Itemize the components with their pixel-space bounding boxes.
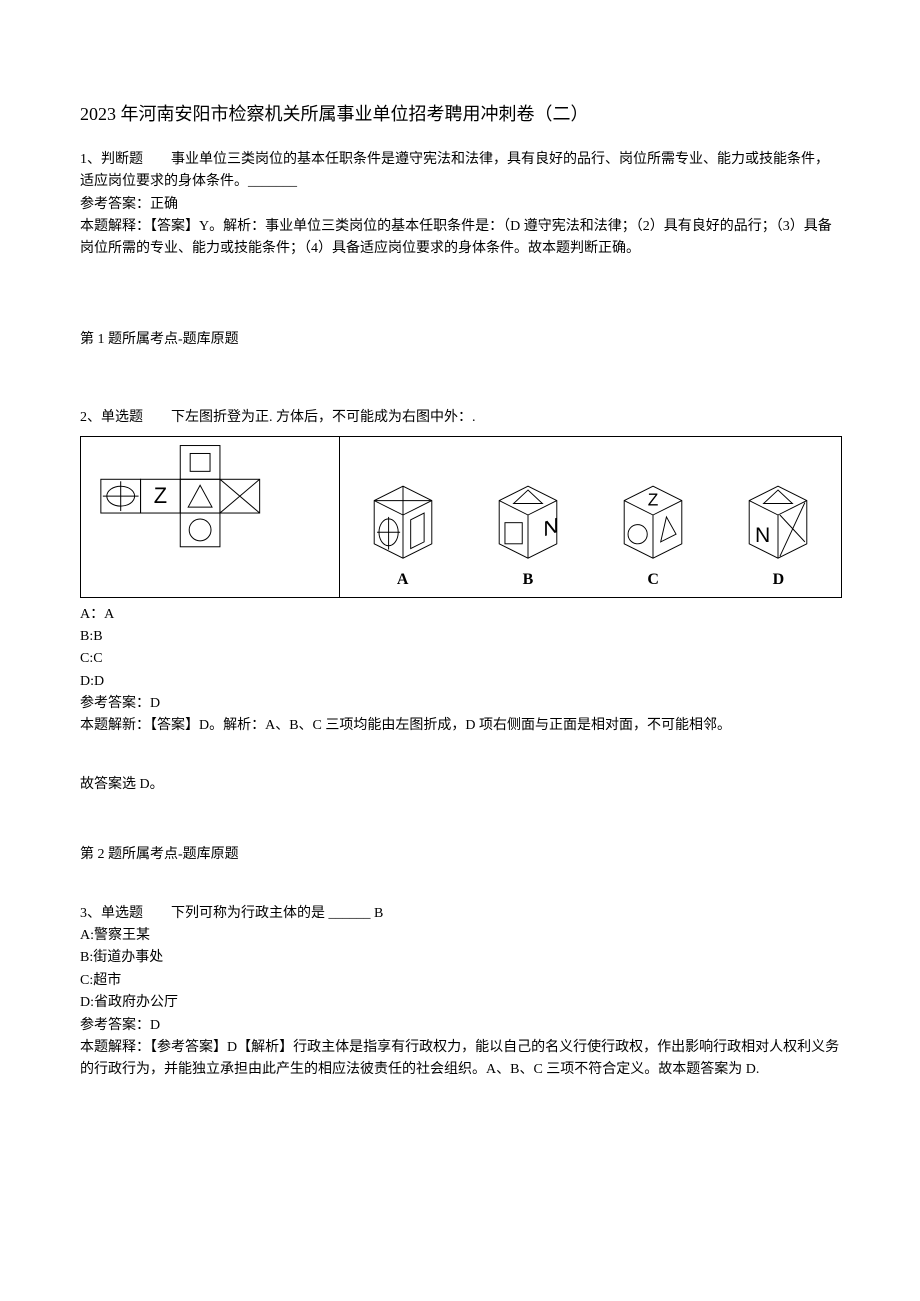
option-c-label: C <box>647 567 659 593</box>
q2-choice-b: B:B <box>80 626 840 648</box>
q3-choice-b: B:街道办事处 <box>80 947 840 969</box>
page-title: 2023 年河南安阳市检察机关所属事业单位招考聘用冲刺卷（二） <box>80 100 840 129</box>
q1-topic: 第 1 题所属考点-题库原题 <box>80 329 840 351</box>
option-d-label: D <box>773 567 785 593</box>
q2-explanation-2: 故答案选 D。 <box>80 774 840 796</box>
q2-explanation-1: 本题解新：【答案】D。解析：A、B、C 三项均能由左图折成，D 项右侧面与正面是… <box>80 715 840 737</box>
svg-text:N: N <box>755 524 770 547</box>
option-a: A <box>355 467 451 593</box>
q2-stem: 2、单选题 下左图折登为正. 方体后，不可能成为右图中外：. <box>80 407 840 429</box>
q1-explanation: 本题解释：【答案】Y。解析：事业单位三类岗位的基本任职条件是：（D 遵守宪法和法… <box>80 216 840 261</box>
q2-choice-d: D:D <box>80 671 840 693</box>
q2-topic: 第 2 题所属考点-题库原题 <box>80 844 840 866</box>
svg-text:Z: Z <box>154 483 167 508</box>
q3-stem: 3、单选题 下列可称为行政主体的是 ______ B <box>80 903 840 925</box>
q2-choice-a: A：A <box>80 604 840 626</box>
question-1: 1、判断题 事业单位三类岗位的基本任职条件是遵守宪法和法律，具有良好的品行、岗位… <box>80 149 840 261</box>
q1-answer: 参考答案：正确 <box>80 194 840 216</box>
option-b-label: B <box>523 567 534 593</box>
q3-choice-c: C:超市 <box>80 970 840 992</box>
q3-choice-a: A:警察王某 <box>80 925 840 947</box>
question-3: 3、单选题 下列可称为行政主体的是 ______ B A:警察王某 B:街道办事… <box>80 903 840 1082</box>
q2-answer: 参考答案：D <box>80 693 840 715</box>
q2-figure: Z <box>80 436 842 598</box>
q3-explanation: 本题解释：【参考答案】D【解析】行政主体是指享有行政权力，能以自己的名义行使行政… <box>80 1037 840 1082</box>
q3-answer: 参考答案：D <box>80 1015 840 1037</box>
q3-choice-d: D:省政府办公厅 <box>80 992 840 1014</box>
option-c: Z C <box>605 467 701 593</box>
svg-text:N: N <box>543 512 558 541</box>
option-a-label: A <box>397 567 409 593</box>
q1-text: 1、判断题 事业单位三类岗位的基本任职条件是遵守宪法和法律，具有良好的品行、岗位… <box>80 149 840 194</box>
option-b: N B <box>480 467 576 593</box>
cube-net: Z <box>81 437 340 597</box>
question-2: 2、单选题 下左图折登为正. 方体后，不可能成为右图中外：. Z <box>80 407 840 796</box>
q2-choice-c: C:C <box>80 648 840 670</box>
svg-text:Z: Z <box>648 489 659 509</box>
option-d: N D <box>730 467 826 593</box>
cube-options: A N B <box>340 437 841 597</box>
